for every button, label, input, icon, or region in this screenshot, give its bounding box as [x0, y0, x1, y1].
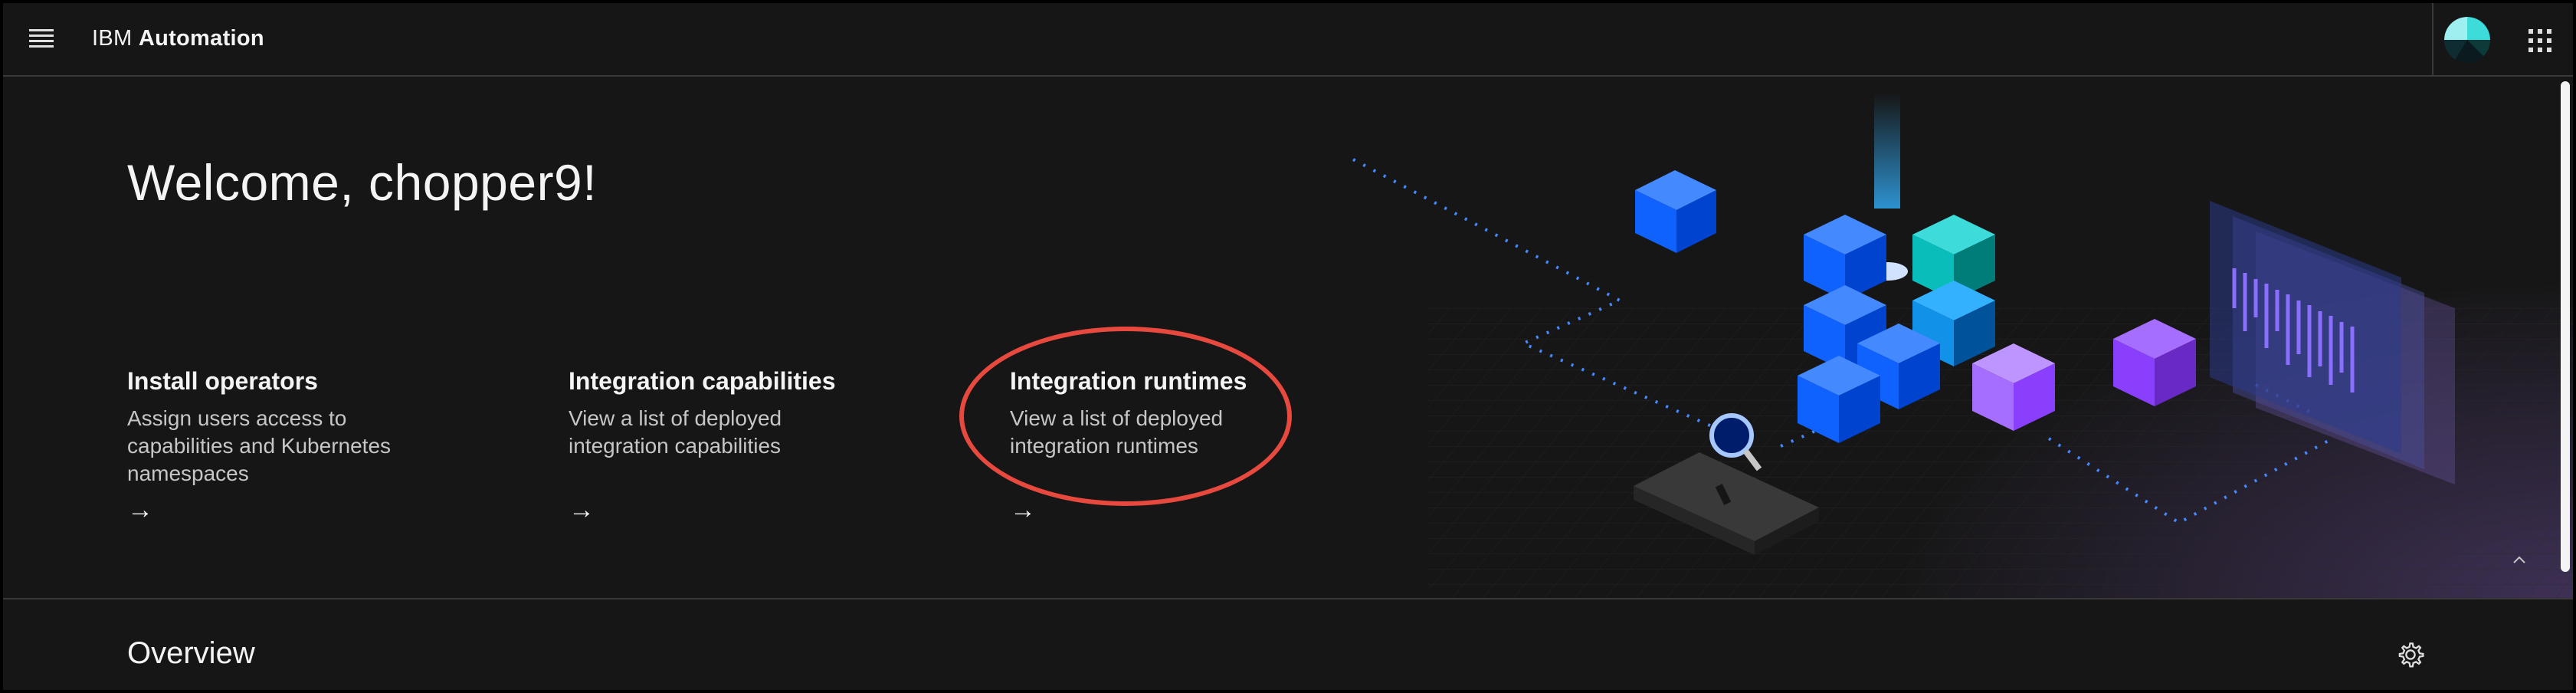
- user-avatar[interactable]: [2444, 17, 2490, 63]
- arrow-right-icon[interactable]: →: [569, 497, 595, 523]
- arrow-right-icon[interactable]: →: [1010, 497, 1036, 523]
- welcome-heading: Welcome, chopper9!: [127, 154, 598, 211]
- tile-title: Integration capabilities: [569, 367, 836, 395]
- vertical-scrollbar[interactable]: [2561, 81, 2570, 572]
- app-window: IBM Automation Welcome, chopper9! Instal…: [0, 0, 2576, 693]
- tile-description: View a list of deployed integration capa…: [569, 405, 936, 460]
- chevron-up-icon[interactable]: [2504, 547, 2535, 578]
- header-divider: [2432, 3, 2433, 77]
- tile-install-operators[interactable]: Install operators Assign users access to…: [127, 365, 495, 488]
- cube-blue: [1635, 170, 1716, 253]
- tile-description-line: Assign users access to: [127, 406, 347, 430]
- tile-integration-capabilities[interactable]: Integration capabilities View a list of …: [569, 365, 936, 460]
- gear-icon[interactable]: [2397, 641, 2424, 668]
- tile-title: Install operators: [127, 367, 318, 395]
- hero-illustration: [1352, 94, 2573, 598]
- product-name[interactable]: IBM Automation: [92, 26, 264, 51]
- app-switcher-grid-icon[interactable]: [2528, 29, 2551, 52]
- welcome-hero: Welcome, chopper9! Install operators Ass…: [3, 78, 2573, 599]
- arrow-right-icon[interactable]: →: [127, 497, 153, 523]
- top-header: IBM Automation: [3, 3, 2573, 77]
- hamburger-menu-icon[interactable]: [29, 29, 55, 49]
- tile-description-line: namespaces: [127, 461, 249, 485]
- tile-description-line: capabilities and Kubernetes: [127, 434, 392, 458]
- tile-description-line: View a list of deployed: [569, 406, 782, 430]
- tile-description: Assign users access to capabilities and …: [127, 405, 495, 488]
- annotation-highlight-ring: [959, 327, 1292, 506]
- brand-name: Automation: [138, 26, 264, 51]
- tile-description-line: integration capabilities: [569, 434, 782, 458]
- overview-heading: Overview: [127, 636, 255, 670]
- brand-prefix: IBM: [92, 26, 133, 51]
